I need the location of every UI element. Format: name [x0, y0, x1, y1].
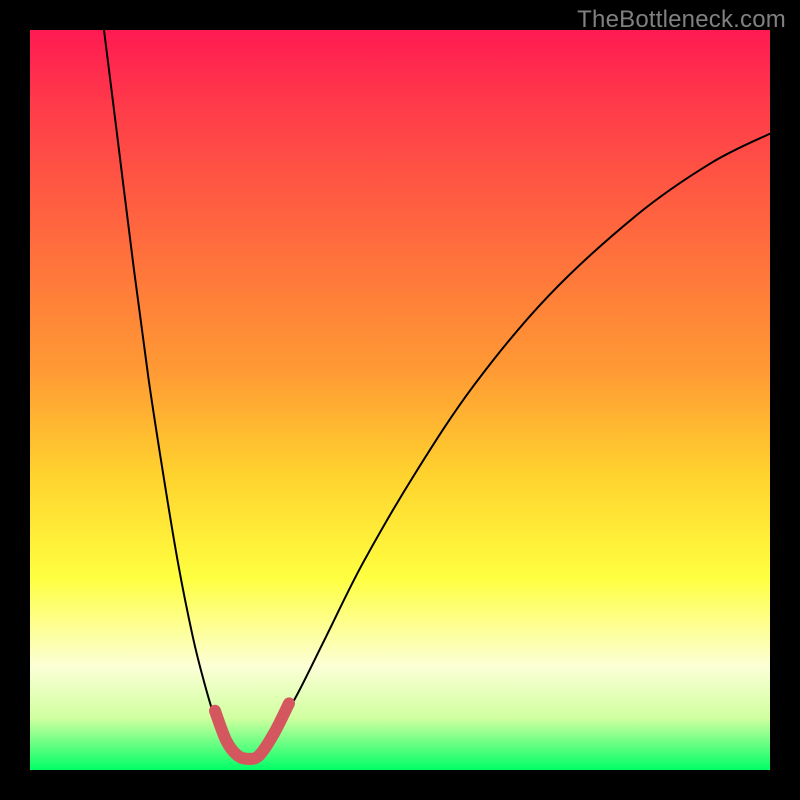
- curve-bottom-highlight: [215, 703, 289, 759]
- chart-svg: [30, 30, 770, 770]
- curve-left-branch: [104, 30, 237, 755]
- chart-stage: TheBottleneck.com: [0, 0, 800, 800]
- plot-area: [30, 30, 770, 770]
- watermark-text: TheBottleneck.com: [577, 6, 786, 34]
- curve-right-branch: [259, 134, 770, 756]
